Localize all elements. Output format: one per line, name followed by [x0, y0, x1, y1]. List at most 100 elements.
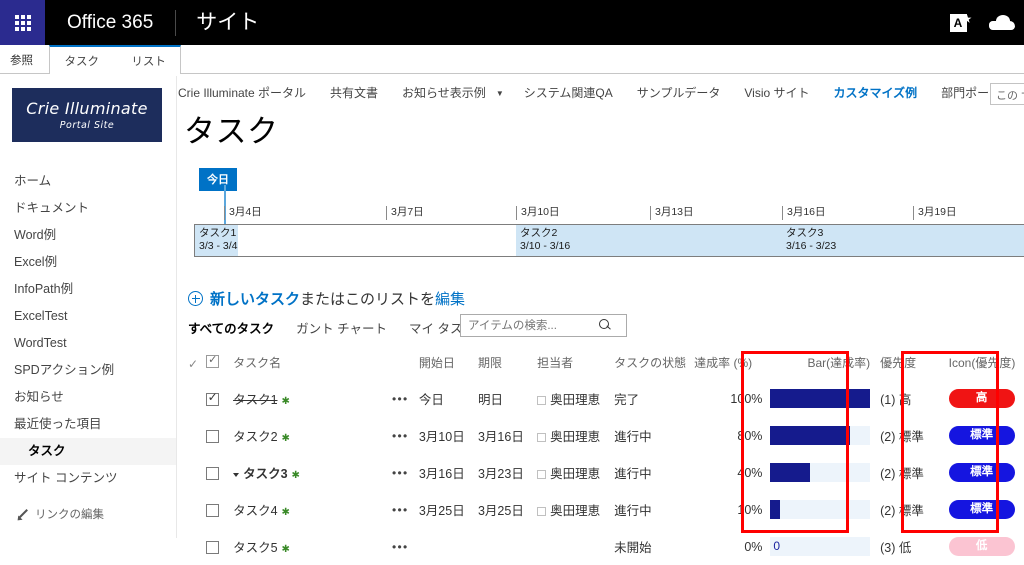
presence-indicator: [537, 470, 547, 480]
topnav-item-2[interactable]: お知らせ表示例: [390, 80, 498, 106]
app-launcher-button[interactable]: [0, 0, 45, 45]
site-search-input[interactable]: この サ: [990, 83, 1024, 105]
task-start-date: [415, 528, 474, 565]
ribbon-tab-list[interactable]: リスト: [117, 47, 180, 75]
topnav-item-3[interactable]: システム関連QA: [512, 80, 625, 106]
presence-indicator: [537, 396, 547, 406]
task-assignee[interactable]: 奥田理恵: [550, 393, 600, 407]
view-all-tasks[interactable]: すべてのタスク: [188, 318, 274, 337]
sidebar-item-documents[interactable]: ドキュメント: [0, 195, 176, 222]
table-row[interactable]: タスク2 ✱ ••• 3月10日 3月16日 奥田理恵 進行中 80% (2) 標…: [184, 417, 1024, 454]
gantt-tick-2: 3月10日: [516, 206, 560, 220]
chevron-down-icon[interactable]: ▼: [494, 89, 506, 98]
top-navigation: Crie Illuminate ポータル 共有文書 お知らせ表示例 ▼ システム…: [178, 80, 1024, 106]
search-input[interactable]: [461, 315, 599, 336]
topnav-item-1[interactable]: 共有文書: [318, 80, 390, 106]
row-checkbox[interactable]: [206, 466, 220, 480]
sidebar-item-recent[interactable]: 最近使った項目: [0, 411, 176, 438]
row-menu-button[interactable]: •••: [392, 429, 409, 443]
row-menu-button[interactable]: •••: [392, 540, 409, 554]
plus-circle-icon[interactable]: [188, 291, 203, 306]
task-list-body: タスク1 ✱ ••• 今日 明日 奥田理恵 完了 100% (1) 高 高 タスク…: [184, 380, 1024, 565]
row-checkbox[interactable]: [206, 540, 220, 554]
task-due-date: 3月25日: [477, 504, 524, 518]
sidebar-item-spd-action[interactable]: SPDアクション例: [0, 357, 176, 384]
task-name[interactable]: タスク2: [233, 430, 277, 444]
sidebar-item-infopath-sample[interactable]: InfoPath例: [0, 276, 176, 303]
task-assignee[interactable]: 奥田理恵: [550, 467, 600, 481]
task-name[interactable]: タスク4: [233, 504, 277, 518]
sidebar-item-site-contents[interactable]: サイト コンテンツ: [0, 465, 176, 492]
ribbon-tab-browse[interactable]: 参照: [0, 45, 43, 74]
topnav-item-0[interactable]: Crie Illuminate ポータル: [178, 80, 318, 106]
row-checkbox[interactable]: [206, 390, 220, 406]
progress-bar-fill: [770, 500, 781, 519]
row-menu-button[interactable]: •••: [392, 466, 409, 480]
col-header-priority[interactable]: 優先度: [876, 350, 937, 380]
search-box[interactable]: [460, 314, 627, 337]
col-header-due[interactable]: 期限: [474, 350, 533, 380]
edit-links-button[interactable]: リンクの編集: [0, 492, 176, 522]
task-name[interactable]: タスク1: [233, 393, 277, 407]
table-row[interactable]: タスク5 ✱ ••• 未開始 0% 0 (3) 低 低: [184, 528, 1024, 565]
task-assignee[interactable]: 奥田理恵: [550, 430, 600, 444]
office365-brand[interactable]: Office 365: [45, 0, 175, 45]
col-header-pct[interactable]: 達成率 (%): [690, 350, 766, 380]
task-percent: 80%: [737, 428, 763, 443]
topnav-item-4[interactable]: サンプルデータ: [625, 80, 733, 106]
select-all-checkbox[interactable]: [206, 353, 220, 368]
col-header-icon[interactable]: Icon(優先度): [937, 350, 1024, 380]
search-icon[interactable]: [599, 319, 612, 332]
sidebar-item-excel-sample[interactable]: Excel例: [0, 249, 176, 276]
col-header-status[interactable]: タスクの状態: [610, 350, 690, 380]
sidebar-item-announcements[interactable]: お知らせ: [0, 384, 176, 411]
content-divider: [176, 76, 177, 538]
sidebar-item-home[interactable]: ホーム: [0, 168, 176, 195]
priority-badge: 高: [948, 389, 1015, 408]
table-row[interactable]: タスク1 ✱ ••• 今日 明日 奥田理恵 完了 100% (1) 高 高: [184, 380, 1024, 417]
ribbon-tab-task[interactable]: タスク: [50, 47, 113, 75]
task-start-date: 3月25日: [418, 504, 465, 518]
site-logo[interactable]: Crie Illuminate Portal Site: [12, 88, 162, 142]
gantt-bar-task3[interactable]: タスク3 3/16 - 3/23: [782, 225, 1024, 256]
onedrive-button[interactable]: [980, 0, 1024, 45]
progress-zero-label: 0: [773, 539, 781, 553]
row-menu-button[interactable]: •••: [392, 503, 409, 517]
new-item-icon: ✱: [281, 544, 290, 555]
task-status: 未開始: [614, 541, 652, 555]
task-list-table: タスク名 開始日 期限 担当者 タスクの状態 達成率 (%) Bar(達成率) …: [184, 350, 1024, 565]
task-due-date: 3月23日: [477, 467, 524, 481]
progress-bar-fill: [770, 389, 871, 408]
edit-list-link[interactable]: 編集: [435, 288, 465, 309]
new-task-link[interactable]: 新しいタスク: [210, 288, 300, 309]
task-name[interactable]: タスク3: [243, 467, 287, 481]
topnav-item-6[interactable]: カスタマイズ例: [822, 80, 930, 106]
sidebar-item-word-sample[interactable]: Word例: [0, 222, 176, 249]
row-menu-button[interactable]: •••: [392, 392, 409, 406]
translate-button[interactable]: A: [936, 0, 980, 45]
new-item-icon: ✱: [291, 470, 300, 481]
pencil-icon: [16, 508, 28, 520]
view-gantt-chart[interactable]: ガント チャート: [296, 318, 387, 337]
gantt-bar-task2[interactable]: タスク2 3/10 - 3/16: [516, 225, 782, 256]
task-assignee[interactable]: 奥田理恵: [550, 504, 600, 518]
site-logo-subtitle: Portal Site: [59, 120, 115, 131]
row-checkbox[interactable]: [206, 503, 220, 517]
col-header-bar[interactable]: Bar(達成率): [766, 350, 876, 380]
sidebar-item-tasks[interactable]: タスク: [0, 438, 176, 465]
task-percent: 0%: [744, 539, 763, 554]
col-header-start[interactable]: 開始日: [415, 350, 474, 380]
sidebar-item-exceltest[interactable]: ExcelTest: [0, 303, 176, 330]
site-label[interactable]: サイト: [176, 0, 279, 45]
gantt-bar-task1[interactable]: タスク1 3/3 - 3/4: [195, 225, 238, 256]
sidebar-item-wordtest[interactable]: WordTest: [0, 330, 176, 357]
col-header-name[interactable]: タスク名: [229, 350, 386, 380]
col-header-assignee[interactable]: 担当者: [533, 350, 610, 380]
expand-triangle-icon[interactable]: [233, 472, 240, 477]
topnav-item-5[interactable]: Visio サイト: [732, 80, 821, 106]
gantt-bar-dates: 3/16 - 3/23: [786, 240, 837, 252]
table-row[interactable]: タスク3 ✱ ••• 3月16日 3月23日 奥田理恵 進行中 40% (2) 標…: [184, 454, 1024, 491]
row-checkbox[interactable]: [206, 429, 220, 443]
table-row[interactable]: タスク4 ✱ ••• 3月25日 3月25日 奥田理恵 進行中 10% (2) 標…: [184, 491, 1024, 528]
task-name[interactable]: タスク5: [233, 541, 277, 555]
